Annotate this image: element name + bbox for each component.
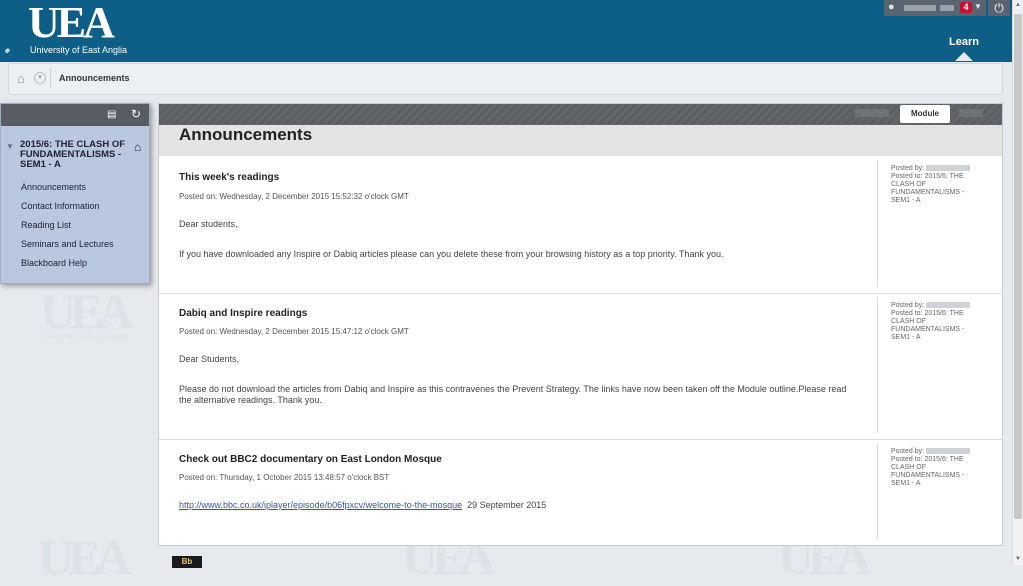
scroll-up-icon[interactable]: ▲ [1015,2,1021,8]
menu-item-blackboard-help[interactable]: Blackboard Help [21,258,87,268]
posted-by-label: Posted by: [891,448,925,455]
announcement-divider [877,297,878,433]
page-scrollbar[interactable]: ▲ ▼ [1012,0,1023,565]
course-home-icon[interactable]: ⌂ [134,140,141,154]
breadcrumb: ⌂ ▾ Announcements [8,63,1003,95]
uea-logo[interactable]: UEA [28,1,115,45]
user-name-redacted [940,5,954,11]
user-icon: ● [888,1,895,13]
announcement-date: Posted on: Wednesday, 2 December 2015 15… [179,192,409,201]
announcement-body: If you have downloaded any Inspire or Da… [179,249,724,259]
breadcrumb-separator [50,68,51,88]
active-tab-indicator [955,52,973,61]
announcement-title[interactable]: This week's readings [179,172,279,183]
uea-logo-subtitle: University of East Anglia [30,45,128,55]
announcement-body: http://www.bbc.co.uk/iplayer/episode/b06… [179,500,859,511]
menu-item-announcements[interactable]: Announcements [21,182,86,192]
posted-by-label: Posted by: [891,165,925,172]
page-title-area: Announcements [159,125,1002,156]
user-menu[interactable]: ● 4 ▼ [884,0,986,16]
breadcrumb-menu-icon[interactable]: ▾ [34,72,46,84]
posted-to: Posted to: 2015/6: THE CLASH OF FUNDAMEN… [891,310,965,341]
author-redacted [926,448,971,455]
link-date: 29 September 2015 [467,500,547,510]
announcement-date: Posted on: Wednesday, 2 December 2015 15… [179,327,409,336]
announcement-divider [877,443,878,539]
folder-view-icon[interactable]: ▤ [107,109,116,120]
posted-by-label: Posted by: [891,302,925,309]
link-icon[interactable]: ⚭ [1,45,15,59]
scrollbar-thumb[interactable] [1014,14,1022,519]
announcement-body: Dear students, [179,219,238,229]
announcement-item: Check out BBC2 documentary on East Londo… [159,440,1002,544]
refresh-icon[interactable]: ↻ [131,107,141,121]
logout-power-icon[interactable]: ⏻ [988,0,1010,16]
page-title: Announcements [179,125,313,144]
breadcrumb-current: Announcements [59,73,130,83]
author-redacted [926,302,971,309]
content-panel: Module Announcements This week's reading… [158,103,1003,546]
background-watermark-logo: UEA [38,529,132,585]
background-watermark-logo: UEA [40,283,134,339]
notification-badge[interactable]: 4 [960,2,972,13]
posted-to: Posted to: 2015/6: THE CLASH OF FUNDAMEN… [891,456,965,487]
announcement-meta: Posted by: Posted to: 2015/6: THE CLASH … [891,165,985,205]
panel-header-stripe: Module [159,104,1002,125]
tab-faded[interactable] [959,109,983,117]
announcement-meta: Posted by: Posted to: 2015/6: THE CLASH … [891,302,985,342]
posted-to: Posted to: 2015/6: THE CLASH OF FUNDAMEN… [891,173,965,204]
tab-module[interactable]: Module [900,105,950,123]
announcement-divider [877,160,878,287]
announcement-title[interactable]: Dabiq and Inspire readings [179,308,307,319]
author-redacted [926,165,971,172]
chevron-down-icon[interactable]: ▼ [974,2,982,11]
announcement-item: This week's readings Posted on: Wednesda… [159,157,1002,294]
announcement-item: Dabiq and Inspire readings Posted on: We… [159,294,1002,440]
menu-item-reading-list[interactable]: Reading List [21,220,71,230]
announcement-body: Dear Students, [179,354,240,364]
course-menu-toolbar: ▤ ↻ [1,104,149,126]
menu-item-contact-information[interactable]: Contact Information [21,201,100,211]
blackboard-logo[interactable]: Bb [172,556,202,568]
course-title[interactable]: 2015/6: THE CLASH OF FUNDAMENTALISMS - S… [20,140,130,170]
user-name-redacted [904,5,936,11]
bbc-iplayer-link[interactable]: http://www.bbc.co.uk/iplayer/episode/b06… [179,500,462,510]
course-menu: ▤ ↻ ▼ 2015/6: THE CLASH OF FUNDAMENTALIS… [0,103,150,284]
scroll-down-icon[interactable]: ▼ [1015,556,1021,562]
home-icon[interactable]: ⌂ [17,71,25,86]
announcement-date: Posted on: Thursday, 1 October 2015 13:4… [179,473,390,482]
collapse-caret-icon[interactable]: ▼ [6,142,14,151]
announcement-title[interactable]: Check out BBC2 documentary on East Londo… [179,454,442,465]
top-header: UEA University of East Anglia ⚭ ● 4 ▼ ⏻ … [0,0,1012,62]
menu-item-seminars-and-lectures[interactable]: Seminars and Lectures [21,239,114,249]
tab-learn[interactable]: Learn [949,36,979,48]
announcement-meta: Posted by: Posted to: 2015/6: THE CLASH … [891,448,985,488]
background-watermark-text: University of East Anglia [42,332,129,341]
announcement-body: Please do not download the articles from… [179,384,847,405]
tab-faded[interactable] [855,109,889,117]
